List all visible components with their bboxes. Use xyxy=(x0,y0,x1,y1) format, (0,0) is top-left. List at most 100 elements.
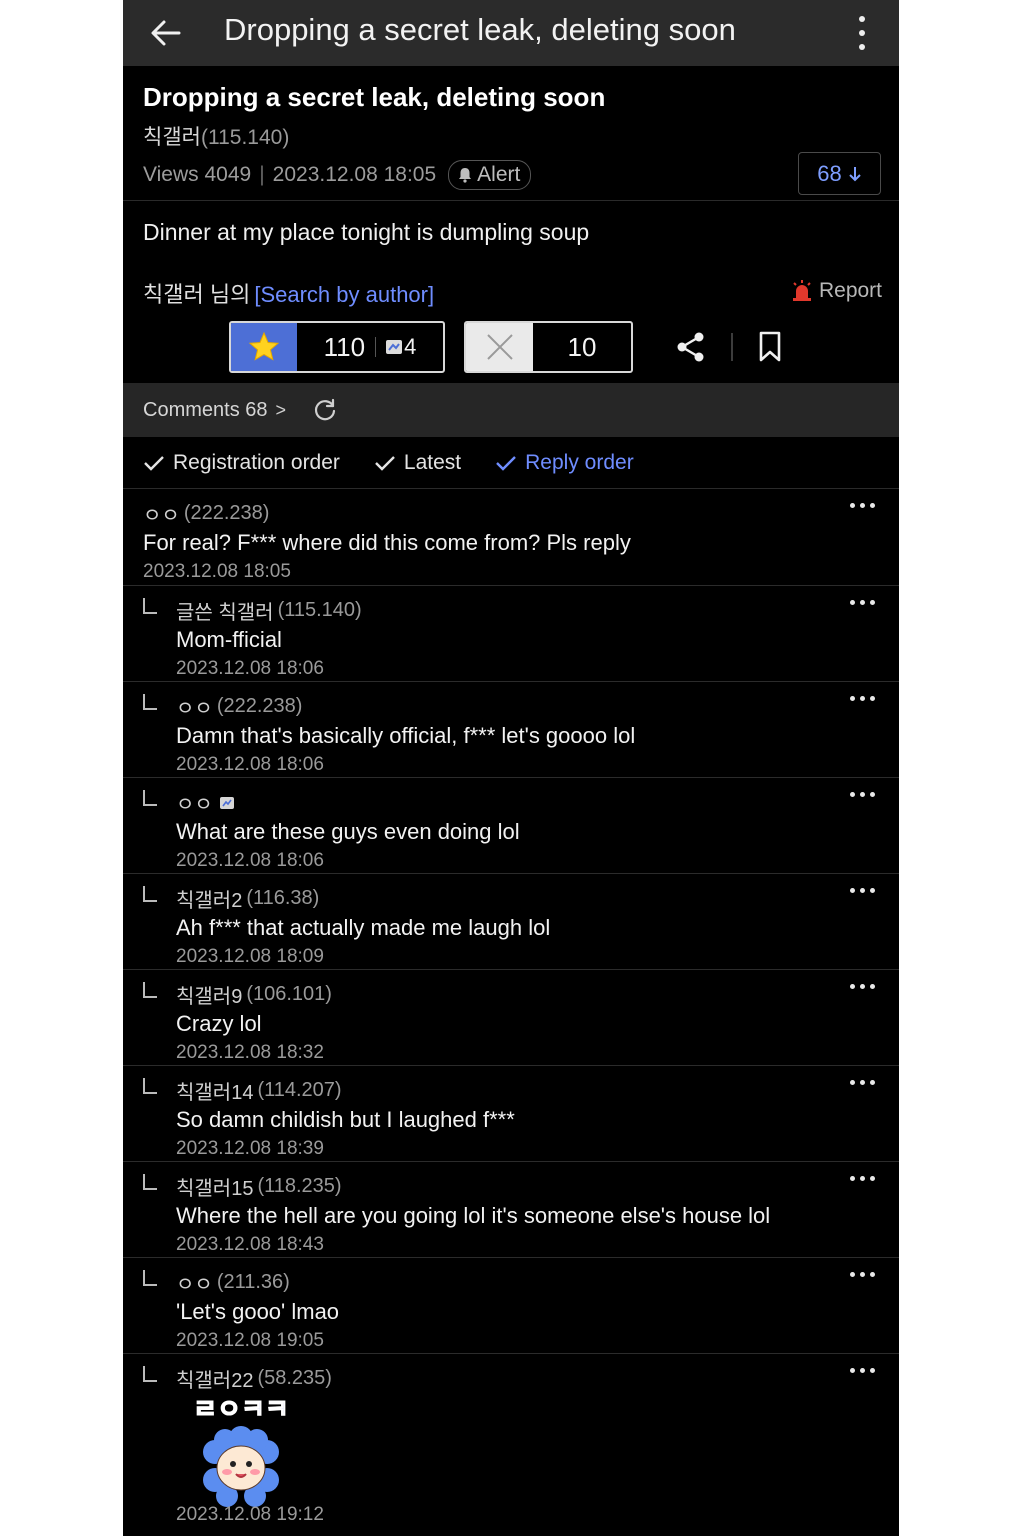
more-options-icon[interactable] xyxy=(850,600,875,605)
more-options-icon[interactable] xyxy=(850,1368,875,1373)
post-datetime: 2023.12.08 18:05 xyxy=(272,163,437,186)
star-icon xyxy=(248,331,280,361)
fixed-upvote-group: 4 xyxy=(386,334,416,360)
sort-registration-order[interactable]: Registration order xyxy=(143,451,340,475)
x-icon xyxy=(486,334,513,360)
comment-date: 2023.12.08 18:06 xyxy=(176,658,324,679)
comment-date: 2023.12.08 19:05 xyxy=(176,1330,324,1351)
more-options-icon[interactable] xyxy=(850,503,875,508)
more-options-icon[interactable] xyxy=(850,984,875,989)
comment-date: 2023.12.08 18:39 xyxy=(176,1138,324,1159)
comment-author: 글쓴 칙갤러 (115.140) xyxy=(176,596,362,625)
comments-count-link[interactable]: Comments 68 xyxy=(143,399,268,422)
check-icon xyxy=(144,455,164,471)
reply-item[interactable]: 칙갤러14 (114.207) So damn childish but I la… xyxy=(123,1066,899,1162)
comment-item[interactable]: ㅇㅇ (222.238) For real? F*** where did thi… xyxy=(123,489,899,586)
author-line: 칙갤러 님의 [Search by author] xyxy=(143,277,434,309)
alert-label: Alert xyxy=(477,163,521,186)
reply-indicator-icon xyxy=(143,790,157,806)
post-author[interactable]: 칙갤러(115.140) xyxy=(143,121,289,151)
more-options-icon[interactable] xyxy=(850,888,875,893)
sort-label: Latest xyxy=(403,450,462,474)
bell-icon xyxy=(459,168,472,183)
alert-button[interactable]: Alert xyxy=(448,160,532,190)
search-by-author-link[interactable]: [Search by author] xyxy=(254,282,434,307)
fixed-nick-icon xyxy=(386,340,403,354)
comment-author: ㅇㅇ xyxy=(176,788,235,817)
comment-author-name: 글쓴 칙갤러 xyxy=(176,602,274,624)
check-icon xyxy=(375,455,395,471)
comment-text: Crazy lol xyxy=(176,1011,262,1036)
comment-author-name: ㅇㅇ xyxy=(176,698,213,720)
reply-indicator-icon xyxy=(143,694,157,710)
comment-text: Damn that's basically official, f*** let… xyxy=(176,723,636,748)
comment-author-ip: (118.235) xyxy=(257,1175,342,1197)
more-options-icon[interactable] xyxy=(850,1272,875,1277)
comment-count-button[interactable]: 68 xyxy=(798,152,881,195)
comment-count-label: 68 xyxy=(817,160,842,186)
comment-text: So damn childish but I laughed f*** xyxy=(176,1107,515,1132)
vote-row: 110 4 10 xyxy=(123,321,899,373)
app-bar-title: Dropping a secret leak, deleting soon xyxy=(224,12,736,47)
reply-item[interactable]: 칙갤러15 (118.235) Where the hell are you go… xyxy=(123,1162,899,1258)
comment-date: 2023.12.08 18:05 xyxy=(143,561,291,582)
sticker-image[interactable]: ㄹㅇㅋㅋ xyxy=(175,1394,307,1510)
comment-author: ㅇㅇ (222.238) xyxy=(176,692,302,721)
reply-indicator-icon xyxy=(143,1078,157,1094)
report-button[interactable]: Report xyxy=(791,279,882,303)
reply-indicator-icon xyxy=(143,1270,157,1286)
comment-author-ip: (114.207) xyxy=(257,1079,342,1101)
comment-author-name: 칙갤러15 xyxy=(176,1178,254,1200)
reply-item[interactable]: 칙갤러9 (106.101) Crazy lol 2023.12.08 18:32 xyxy=(123,970,899,1066)
comment-text: For real? F*** where did this come from?… xyxy=(143,530,631,555)
action-divider xyxy=(731,333,733,361)
comment-author: 칙갤러22 (58.235) xyxy=(176,1364,332,1393)
post-author-name[interactable]: 칙갤러 xyxy=(143,126,201,149)
comment-author-ip: (222.238) xyxy=(183,502,270,524)
more-options-icon[interactable] xyxy=(850,792,875,797)
share-icon[interactable] xyxy=(676,331,706,363)
refresh-icon[interactable] xyxy=(312,397,338,423)
upvote-button[interactable]: 110 4 xyxy=(229,321,445,373)
comment-text: Where the hell are you going lol it's so… xyxy=(176,1203,771,1228)
siren-icon xyxy=(792,280,811,301)
comment-author: ㅇㅇ (222.238) xyxy=(143,499,269,528)
phone-screen: Dropping a secret leak, deleting soon Dr… xyxy=(123,0,899,1536)
comment-text: Mom-fficial xyxy=(176,627,282,652)
comment-author-name: ㅇㅇ xyxy=(143,505,180,527)
reply-item[interactable]: 칙갤러2 (116.38) Ah f*** that actually made … xyxy=(123,874,899,970)
more-options-icon[interactable] xyxy=(850,1176,875,1181)
comment-date: 2023.12.08 18:32 xyxy=(176,1042,324,1063)
reply-item[interactable]: ㅇㅇ What are these guys even doing lol 20… xyxy=(123,778,899,874)
more-options-icon[interactable] xyxy=(850,696,875,701)
comment-author-ip: (211.36) xyxy=(216,1271,290,1293)
upvote-count-area: 110 4 xyxy=(297,323,443,371)
meta-divider: | xyxy=(259,163,265,186)
sort-reply-order[interactable]: Reply order xyxy=(495,451,634,475)
downvote-button[interactable]: 10 xyxy=(464,321,633,373)
comment-date: 2023.12.08 18:43 xyxy=(176,1234,324,1255)
kebab-menu-icon[interactable] xyxy=(857,16,867,50)
comment-author-name: 칙갤러2 xyxy=(176,890,243,912)
comment-author-ip: (115.140) xyxy=(277,599,362,621)
sort-latest[interactable]: Latest xyxy=(374,451,461,475)
reply-indicator-icon xyxy=(143,886,157,902)
reply-item[interactable]: 칙갤러22 (58.235) ㄹㅇㅋㅋ 2023.12.08 19:12 xyxy=(123,1354,899,1536)
post-header: Dropping a secret leak, deleting soon 칙갤… xyxy=(123,66,899,201)
comment-author: ㅇㅇ (211.36) xyxy=(176,1268,290,1297)
comment-text: Ah f*** that actually made me laugh lol xyxy=(176,915,551,940)
comment-date: 2023.12.08 18:06 xyxy=(176,754,324,775)
comment-date: 2023.12.08 18:09 xyxy=(176,946,324,967)
comment-author-ip: (222.238) xyxy=(216,695,303,717)
reply-item[interactable]: 글쓴 칙갤러 (115.140) Mom-fficial 2023.12.08 1… xyxy=(123,586,899,682)
bookmark-icon[interactable] xyxy=(758,331,782,363)
reply-indicator-icon xyxy=(143,982,157,998)
more-options-icon[interactable] xyxy=(850,1080,875,1085)
reply-item[interactable]: ㅇㅇ (222.238) Damn that's basically offici… xyxy=(123,682,899,778)
back-arrow-icon[interactable] xyxy=(149,16,183,50)
comment-author: 칙갤러2 (116.38) xyxy=(176,884,319,913)
comment-date: 2023.12.08 18:06 xyxy=(176,850,324,871)
comment-author-name: ㅇㅇ xyxy=(176,794,213,816)
downvote-icon-box xyxy=(466,323,533,371)
reply-item[interactable]: ㅇㅇ (211.36) 'Let's gooo' lmao 2023.12.08 … xyxy=(123,1258,899,1354)
